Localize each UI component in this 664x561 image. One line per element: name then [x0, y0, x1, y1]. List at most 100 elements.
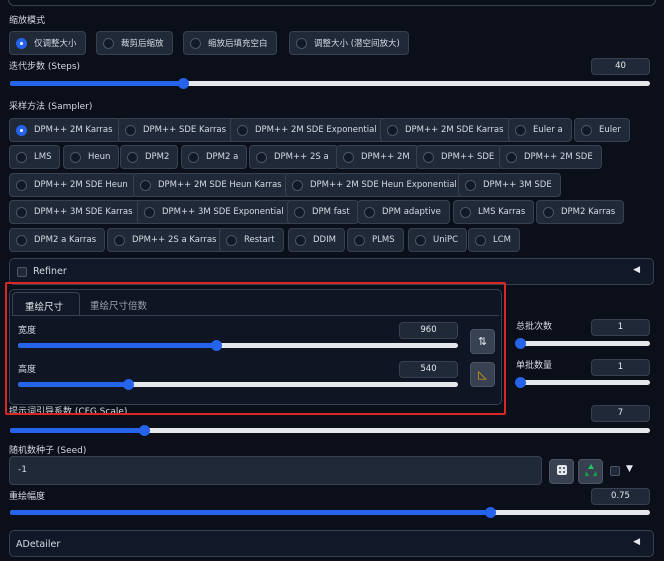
- sampler-label: 采样方法 (Sampler): [9, 102, 93, 112]
- sampler-option[interactable]: DPM++ 3M SDE: [458, 173, 561, 197]
- batch-count-input[interactable]: 1: [591, 319, 650, 336]
- radio-dot: [256, 151, 267, 163]
- sampler-option[interactable]: DPM++ 2M SDE Heun Karras: [133, 173, 291, 197]
- radio-dot: [226, 234, 237, 246]
- sampler-option[interactable]: DPM++ 2M SDE Exponential: [230, 118, 386, 142]
- batch-count-slider-thumb[interactable]: [515, 338, 526, 349]
- radio-dot: [475, 234, 486, 246]
- denoise-slider-fill: [10, 510, 490, 515]
- steps-label: 迭代步数 (Steps): [9, 62, 81, 72]
- radio-dot: [127, 151, 138, 163]
- radio-dot: [16, 179, 27, 191]
- sampler-option[interactable]: DDIM: [288, 228, 345, 252]
- radio-dot: [16, 151, 27, 163]
- radio-dot: [103, 37, 114, 49]
- radio-dot: [125, 124, 136, 136]
- radio-dot: [237, 124, 248, 136]
- sampler-option[interactable]: DPM2 a: [181, 145, 248, 169]
- radio-dot: [465, 179, 476, 191]
- batch-count-slider[interactable]: [515, 338, 650, 349]
- sampler-option[interactable]: Heun: [63, 145, 120, 169]
- steps-number-input[interactable]: 40: [591, 58, 650, 75]
- batch-count-label: 总批次数: [516, 322, 553, 332]
- radio-dot: [415, 234, 426, 246]
- cfg-number-input[interactable]: 7: [591, 405, 650, 422]
- denoise-slider[interactable]: [10, 507, 650, 518]
- resize-mode-option-crop-resize[interactable]: 裁剪后缩放: [96, 31, 173, 55]
- denoise-number-input[interactable]: 0.75: [591, 488, 650, 505]
- sampler-option[interactable]: DPM++ 3M SDE Exponential: [137, 200, 293, 224]
- refiner-accordion[interactable]: Refiner ◀: [9, 258, 654, 285]
- adetailer-accordion[interactable]: ADetailer ◀: [9, 530, 654, 557]
- batch-size-slider-thumb[interactable]: [515, 377, 526, 388]
- radio-dot: [364, 206, 375, 218]
- sampler-option[interactable]: DPM++ 2M: [336, 145, 419, 169]
- sampler-option[interactable]: DPM++ 3M SDE Karras: [9, 200, 142, 224]
- sampler-option[interactable]: DPM++ SDE: [416, 145, 504, 169]
- radio-dot: [144, 206, 155, 218]
- seed-label: 随机数种子 (Seed): [9, 446, 87, 456]
- top-panel-edge: [8, 0, 656, 6]
- sampler-option[interactable]: DPM adaptive: [357, 200, 450, 224]
- radio-dot: [16, 37, 27, 49]
- sampler-option[interactable]: DPM++ 2S a Karras: [107, 228, 226, 252]
- sampler-option[interactable]: DPM++ 2S a: [249, 145, 338, 169]
- sampler-option[interactable]: DPM++ 2M SDE Heun: [9, 173, 137, 197]
- sampler-option[interactable]: UniPC: [408, 228, 468, 252]
- sampler-option[interactable]: DPM2 a Karras: [9, 228, 106, 252]
- radio-dot: [460, 206, 471, 218]
- resize-mode-label: 缩放模式: [9, 16, 46, 26]
- extra-seed-checkbox[interactable]: [610, 466, 620, 476]
- sampler-option[interactable]: LMS Karras: [453, 200, 535, 224]
- seed-input-value: -1: [18, 465, 27, 475]
- resize-mode-option-just-resize[interactable]: 仅调整大小: [9, 31, 86, 55]
- cfg-slider-fill: [10, 428, 145, 433]
- denoise-slider-thumb[interactable]: [485, 507, 496, 518]
- steps-slider-thumb[interactable]: [177, 78, 189, 89]
- sampler-option[interactable]: LCM: [468, 228, 521, 252]
- sampler-option[interactable]: DPM2: [120, 145, 179, 169]
- radio-dot: [354, 234, 365, 246]
- sampler-option[interactable]: Euler a: [508, 118, 572, 142]
- radio-dot: [343, 151, 354, 163]
- radio-dot: [294, 206, 305, 218]
- sampler-option[interactable]: LMS: [9, 145, 61, 169]
- radio-dot: [296, 37, 307, 49]
- radio-dot: [140, 179, 151, 191]
- refiner-checkbox[interactable]: [17, 267, 27, 277]
- batch-size-slider[interactable]: [515, 377, 650, 388]
- refiner-label: Refiner: [33, 266, 67, 277]
- radio-dot: [292, 179, 303, 191]
- sampler-option[interactable]: PLMS: [347, 228, 404, 252]
- resize-mode-option-latent-upscale[interactable]: 调整大小 (潜空间放大): [289, 31, 409, 55]
- dice-icon: [556, 464, 568, 479]
- collapse-arrow-icon[interactable]: ◀: [633, 265, 640, 275]
- sampler-option[interactable]: DPM2 Karras: [536, 200, 625, 224]
- sampler-option[interactable]: DPM++ SDE Karras: [118, 118, 236, 142]
- random-seed-button[interactable]: [549, 459, 574, 484]
- highlight-box: [5, 282, 506, 415]
- reuse-seed-button[interactable]: [578, 459, 603, 484]
- steps-slider-fill: [10, 81, 183, 86]
- collapse-arrow-icon[interactable]: ◀: [633, 537, 640, 547]
- resize-mode-option-resize-fill[interactable]: 缩放后填充空白: [183, 31, 277, 55]
- cfg-slider[interactable]: [10, 425, 650, 436]
- sampler-option[interactable]: Restart: [219, 228, 284, 252]
- cfg-slider-thumb[interactable]: [139, 425, 151, 436]
- radio-dot: [114, 234, 125, 246]
- seed-input[interactable]: -1: [9, 456, 542, 485]
- dropdown-arrow-icon[interactable]: ▼: [626, 464, 633, 474]
- sampler-option[interactable]: DPM++ 2M SDE Heun Exponential: [285, 173, 466, 197]
- sampler-option[interactable]: DPM++ 2M Karras: [9, 118, 122, 142]
- sampler-option[interactable]: Euler: [574, 118, 630, 142]
- recycle-icon: [584, 463, 598, 480]
- batch-size-input[interactable]: 1: [591, 359, 650, 376]
- sampler-option[interactable]: DPM++ 2M SDE Karras: [380, 118, 513, 142]
- steps-slider[interactable]: [10, 78, 650, 89]
- radio-dot: [188, 151, 199, 163]
- radio-dot: [190, 37, 201, 49]
- sampler-option[interactable]: DPM++ 2M SDE: [499, 145, 602, 169]
- sampler-option[interactable]: DPM fast: [287, 200, 359, 224]
- radio-dot: [16, 234, 27, 246]
- radio-dot: [16, 124, 27, 136]
